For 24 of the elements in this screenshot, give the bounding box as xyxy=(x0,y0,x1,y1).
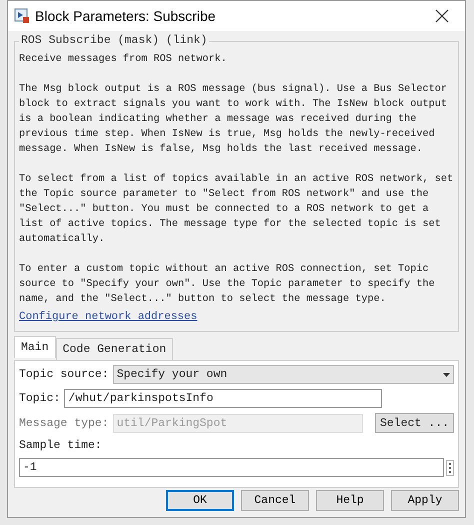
field-label: Topic source: xyxy=(19,367,109,382)
close-icon[interactable] xyxy=(435,9,449,23)
block-icon xyxy=(14,8,30,24)
window-title: Block Parameters: Subscribe xyxy=(35,6,216,26)
field-label: Sample time: xyxy=(19,438,103,453)
configure-link[interactable]: Configure network addresses xyxy=(19,310,198,325)
tab[interactable]: Main xyxy=(14,336,56,358)
topic-source-dropdown[interactable]: Specify your own xyxy=(112,365,454,384)
description-text: The Msg block output is a ROS message (bus signal). Use a Bus Selector block to extract signals you want to work with. The IsNew block output is a boolean indicating whether a message was received during the previous time step. When IsNew is true, Msg holds the newly-received message. When IsNew is false, Msg holds the last received message. xyxy=(19,82,448,157)
dropdown-arrow-icon xyxy=(443,372,450,376)
tab[interactable]: Code Generation xyxy=(56,338,174,360)
dialog-button[interactable]: Apply xyxy=(391,490,459,511)
description-text: To select from a list of topics available in an active ROS network, set the Topic source parameter to "Select from ROS network" and use the "Select..." button. You must be connected to a ROS network to get a list of active topics. The message type for the selected topic is set automatically. xyxy=(19,172,454,247)
more-options-icon[interactable] xyxy=(446,460,454,476)
group-title: ROS Subscribe (mask) (link) xyxy=(19,33,210,48)
topic-field[interactable]: /whut/parkinspotsInfo xyxy=(64,389,382,408)
description-text: To enter a custom topic without an active ROS connection, set Topic source to "Specify your own". Use the Topic parameter to specify the name, and the "Select..." button to select the message type. xyxy=(19,262,436,307)
dialog-button[interactable]: OK xyxy=(166,490,234,511)
field-label: Topic: xyxy=(19,391,60,406)
dialog-button[interactable]: Cancel xyxy=(241,490,309,511)
dialog-button[interactable]: Help xyxy=(316,490,384,511)
sample-time-field[interactable]: -1 xyxy=(19,458,444,477)
description-text: Receive messages from ROS network. xyxy=(19,52,228,67)
field-label: Message type: xyxy=(19,416,109,430)
